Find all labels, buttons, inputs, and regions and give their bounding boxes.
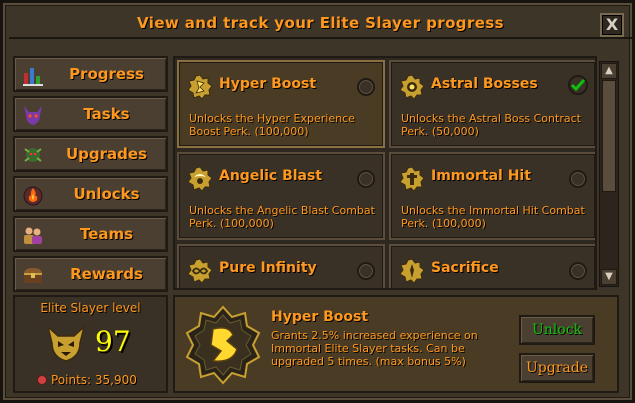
astral-bosses-icon [399, 74, 425, 100]
perk-grid: Hyper Boost Unlocks the Hyper Experience… [173, 56, 597, 290]
title-bar: View and track your Elite Slayer progres… [9, 9, 632, 39]
sacrifice-icon [399, 258, 425, 284]
close-button[interactable]: X [600, 13, 624, 37]
perk-radio-unselected [357, 78, 375, 96]
chest-icon [24, 268, 42, 283]
perk-title: Pure Infinity [219, 260, 317, 276]
perk-title: Angelic Blast [219, 168, 323, 184]
angelic-blast-icon [187, 166, 213, 192]
perk-radio-unselected [569, 262, 587, 280]
pure-infinity-icon [187, 258, 213, 284]
perk-card-sacrifice[interactable]: Sacrifice [389, 244, 595, 288]
window-title: View and track your Elite Slayer progres… [137, 14, 504, 32]
perk-radio-unselected [357, 170, 375, 188]
unlocked-check-icon [568, 75, 588, 95]
nav-upgrades-button[interactable]: Upgrades [13, 136, 168, 172]
nav-unlocks-button[interactable]: Unlocks [13, 176, 168, 212]
perk-card-astral-bosses[interactable]: Astral Bosses Unlocks the Astral Boss Co… [389, 60, 595, 148]
people-icon [24, 227, 42, 244]
demon-head-icon [24, 106, 42, 125]
detail-description: Grants 2.5% increased experience on Immo… [271, 329, 478, 368]
points-gem-icon [37, 375, 47, 385]
perk-title: Immortal Hit [431, 168, 531, 184]
nav-tasks-button[interactable]: Tasks [13, 96, 168, 132]
perk-detail-panel: Hyper Boost Grants 2.5% increased experi… [173, 295, 619, 393]
nav-rewards-button[interactable]: Rewards [13, 256, 168, 292]
scroll-down-arrow-icon[interactable]: ▼ [601, 269, 617, 285]
slayer-helm-icon [46, 324, 86, 362]
perk-title: Hyper Boost [219, 76, 317, 92]
elite-slayer-window: View and track your Elite Slayer progres… [0, 0, 635, 403]
nav-unlocks-label: Unlocks [73, 185, 140, 203]
perk-radio-unselected [569, 170, 587, 188]
perk-card-immortal-hit[interactable]: Immortal Hit Unlocks the Immortal Hit Co… [389, 152, 595, 240]
perk-description: Unlocks the Immortal Hit Combat Perk. (1… [401, 204, 585, 230]
elite-slayer-level-panel: Elite Slayer level 97 Points: 35,900 [13, 295, 168, 393]
detail-title: Hyper Boost [271, 309, 369, 325]
perk-scrollbar[interactable]: ▲ ▼ [599, 61, 619, 287]
nav-progress-label: Progress [69, 65, 144, 83]
perk-card-hyper-boost[interactable]: Hyper Boost Unlocks the Hyper Experience… [177, 60, 385, 148]
scroll-thumb[interactable] [602, 80, 616, 192]
unlock-button[interactable]: Unlock [519, 315, 595, 345]
perk-title: Sacrifice [431, 260, 499, 276]
level-title: Elite Slayer level [40, 301, 141, 315]
perk-card-pure-infinity[interactable]: Pure Infinity [177, 244, 385, 288]
perk-description: Unlocks the Hyper Experience Boost Perk.… [189, 112, 355, 138]
perk-description: Unlocks the Astral Boss Contract Perk. (… [401, 112, 581, 138]
perk-radio-unselected [357, 262, 375, 280]
creature-icon [24, 148, 42, 162]
perk-title: Astral Bosses [431, 76, 538, 92]
bar-chart-icon [23, 68, 43, 86]
scroll-up-arrow-icon[interactable]: ▲ [601, 63, 617, 79]
nav-tasks-label: Tasks [83, 105, 130, 123]
upgrade-button[interactable]: Upgrade [519, 353, 595, 383]
nav-teams-label: Teams [79, 225, 134, 243]
level-value: 97 [95, 325, 131, 358]
hyper-boost-badge-icon [185, 305, 261, 385]
points-value: Points: 35,900 [51, 373, 137, 387]
flame-orb-icon [23, 186, 43, 206]
perk-description: Unlocks the Angelic Blast Combat Perk. (… [189, 204, 375, 230]
perk-card-angelic-blast[interactable]: Angelic Blast Unlocks the Angelic Blast … [177, 152, 385, 240]
immortal-hit-icon [399, 166, 425, 192]
nav-progress-button[interactable]: Progress [13, 56, 168, 92]
nav-teams-button[interactable]: Teams [13, 216, 168, 252]
nav-rewards-label: Rewards [70, 265, 143, 283]
nav-upgrades-label: Upgrades [65, 145, 147, 163]
hyper-boost-icon [187, 74, 213, 100]
